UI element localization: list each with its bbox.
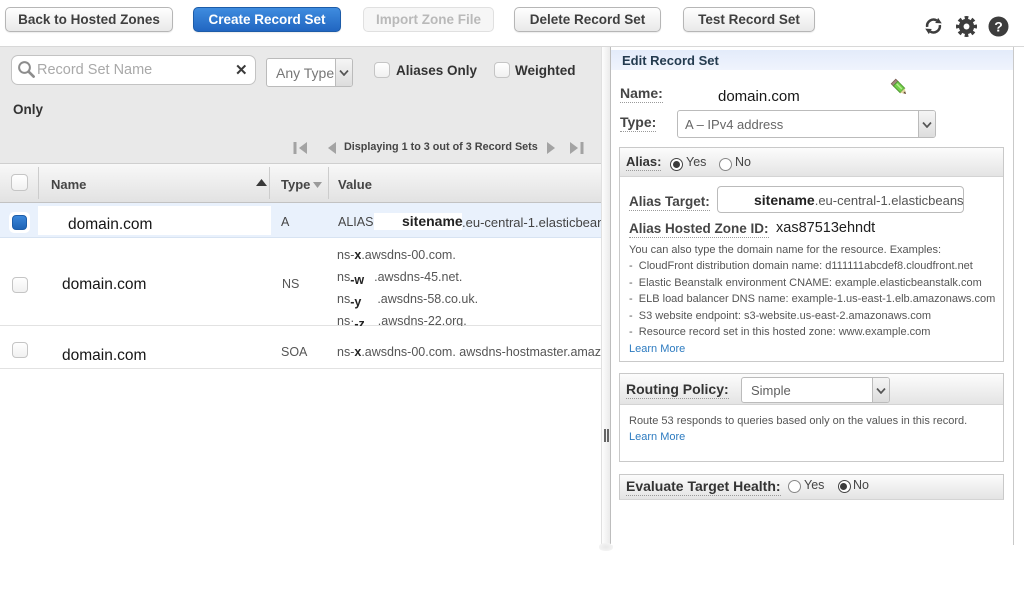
- svg-text:?: ?: [994, 19, 1003, 35]
